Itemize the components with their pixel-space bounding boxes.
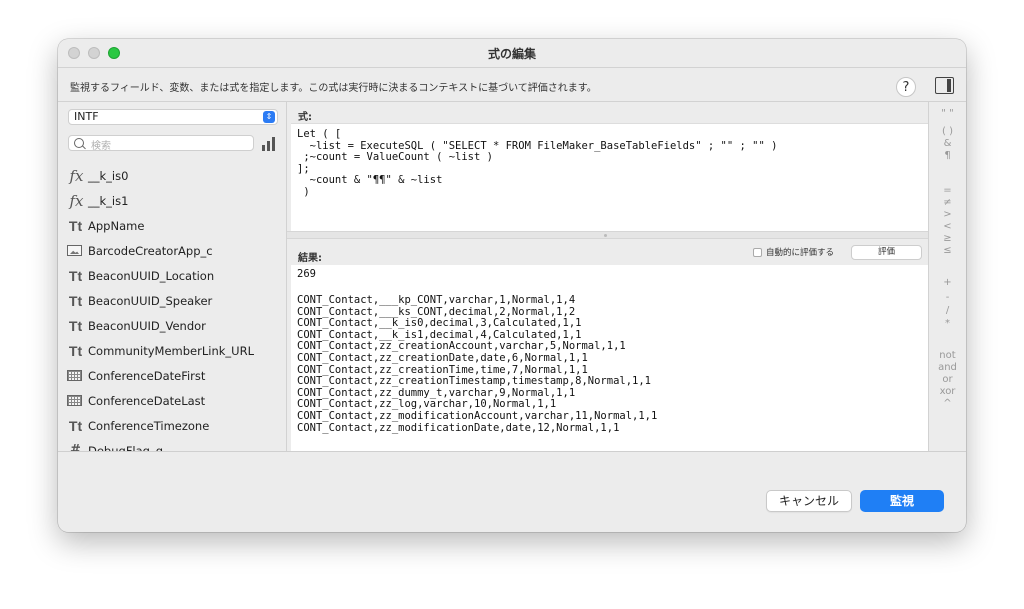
operator-button[interactable]: < [929,221,966,233]
result-label: 結果: [298,253,322,264]
field-list-item[interactable]: Tt BeaconUUID_Speaker [58,288,286,313]
help-button[interactable]: ? [896,77,916,97]
operator-button[interactable]: ^ [929,398,966,410]
cancel-button[interactable]: キャンセル [766,490,852,512]
field-name: BarcodeCreatorApp_c [88,243,213,258]
footer-divider [58,451,966,452]
operator-button[interactable]: * [929,318,966,330]
operator-button[interactable]: xor [929,386,966,398]
window-controls [68,47,120,59]
field-list-item[interactable]: ConferenceDateFirst [58,363,286,388]
search-placeholder: 検索 [91,141,111,152]
minimize-window-button[interactable] [88,47,100,59]
text-field-icon: Tt [68,342,83,359]
zoom-window-button[interactable] [108,47,120,59]
field-name: BeaconUUID_Speaker [88,293,213,308]
field-list-item[interactable]: Tt AppName [58,213,286,238]
description-text: 監視するフィールド、変数、または式を指定します。この式は実行時に決まるコンテキス… [70,83,597,94]
field-list-item[interactable]: Tt BeaconUUID_Location [58,263,286,288]
field-list-item[interactable]: fx __k_is1 [58,188,286,213]
operator-button[interactable]: ≠ [929,197,966,209]
evaluate-button[interactable]: 評価 [851,245,922,260]
toggle-sidebar-icon[interactable] [935,77,954,94]
title-bar: 式の編集 [58,39,966,67]
field-list-item[interactable]: # DebugFlag_g [58,438,286,451]
field-list-item[interactable]: Tt ConferenceTimezone [58,413,286,438]
field-name: BeaconUUID_Vendor [88,318,206,333]
left-column-divider [286,102,287,451]
result-count: 269 [297,268,316,280]
operator-button[interactable]: & [929,138,966,150]
operator-button[interactable]: and [929,362,966,374]
field-list-item[interactable]: Tt CommunityMemberLink_URL [58,338,286,363]
field-name: __k_is1 [88,193,129,208]
auto-evaluate-label: 自動的に評価する [766,248,835,258]
watch-button[interactable]: 監視 [860,490,944,512]
operator-button[interactable]: ¶ [929,150,966,162]
text-field-icon: Tt [68,417,83,434]
context-table-value: INTF [74,110,99,123]
operators-panel: " " ( ) & ¶ = ≠ > < ≥ ≤ + - / * not and or xor ^ [929,102,966,451]
text-field-icon: Tt [68,317,83,334]
operator-button[interactable]: / [929,305,966,317]
text-field-icon: Tt [68,267,83,284]
operator-button[interactable]: ( ) [929,126,966,138]
auto-evaluate-option[interactable]: 自動的に評価する [753,246,834,258]
date-field-icon [67,395,82,406]
title-divider [58,67,966,68]
operator-button[interactable]: - [929,292,966,304]
close-window-button[interactable] [68,47,80,59]
field-list-item[interactable]: ConferenceDateLast [58,388,286,413]
formula-text[interactable]: Let ( [ ~list = ExecuteSQL ( "SELECT * F… [297,128,777,199]
field-name: CommunityMemberLink_URL [88,343,254,358]
text-field-icon: Tt [68,292,83,309]
date-field-icon [67,370,82,381]
field-list-item[interactable]: fx __k_is0 [58,163,286,188]
field-list-item[interactable]: BarcodeCreatorApp_c [58,238,286,263]
operator-button[interactable]: not [929,350,966,362]
field-search-input[interactable]: 検索 [68,135,254,152]
split-view-divider[interactable] [287,231,928,239]
operator-button[interactable]: " " [929,108,966,120]
container-field-icon [67,245,82,256]
operator-button[interactable]: ≤ [929,245,966,257]
field-name: DebugFlag_g [88,443,164,452]
operator-button[interactable]: ≥ [929,233,966,245]
field-picker-panel: INTF ⇕ 検索 fx __k_is0 fx __k_is1 Tt AppName Bar… [58,102,286,451]
edit-expression-dialog: 式の編集 監視するフィールド、変数、または式を指定します。この式は実行時に決まる… [58,39,966,532]
operator-button[interactable]: + [929,277,966,289]
field-name: ConferenceDateFirst [88,368,206,383]
calculation-field-icon: fx [69,166,84,185]
field-name: ConferenceDateLast [88,393,206,408]
field-list-item[interactable]: Tt BeaconUUID_Vendor [58,313,286,338]
field-name: ConferenceTimezone [88,418,210,433]
result-output[interactable]: 269 CONT_Contact,___kp_CONT,varchar,1,No… [291,265,928,451]
text-field-icon: Tt [68,217,83,234]
calculation-field-icon: fx [69,191,84,210]
result-lines: CONT_Contact,___kp_CONT,varchar,1,Normal… [297,294,658,434]
field-name: BeaconUUID_Location [88,268,215,283]
auto-evaluate-checkbox[interactable] [753,247,762,257]
formula-editor[interactable]: Let ( [ ~list = ExecuteSQL ( "SELECT * F… [291,123,928,232]
sort-bars-icon[interactable] [262,137,278,151]
number-field-icon: # [70,443,81,451]
context-table-select[interactable]: INTF ⇕ [68,109,278,125]
formula-label: 式: [298,112,312,123]
operator-button[interactable]: = [929,185,966,197]
field-name: __k_is0 [88,168,129,183]
operator-button[interactable]: or [929,374,966,386]
field-name: AppName [88,218,145,233]
field-list[interactable]: fx __k_is0 fx __k_is1 Tt AppName BarcodeCreato… [58,163,286,451]
operator-button[interactable]: > [929,209,966,221]
window-title: 式の編集 [487,46,536,61]
search-icon [74,138,84,148]
chevron-updown-icon: ⇕ [263,111,275,123]
